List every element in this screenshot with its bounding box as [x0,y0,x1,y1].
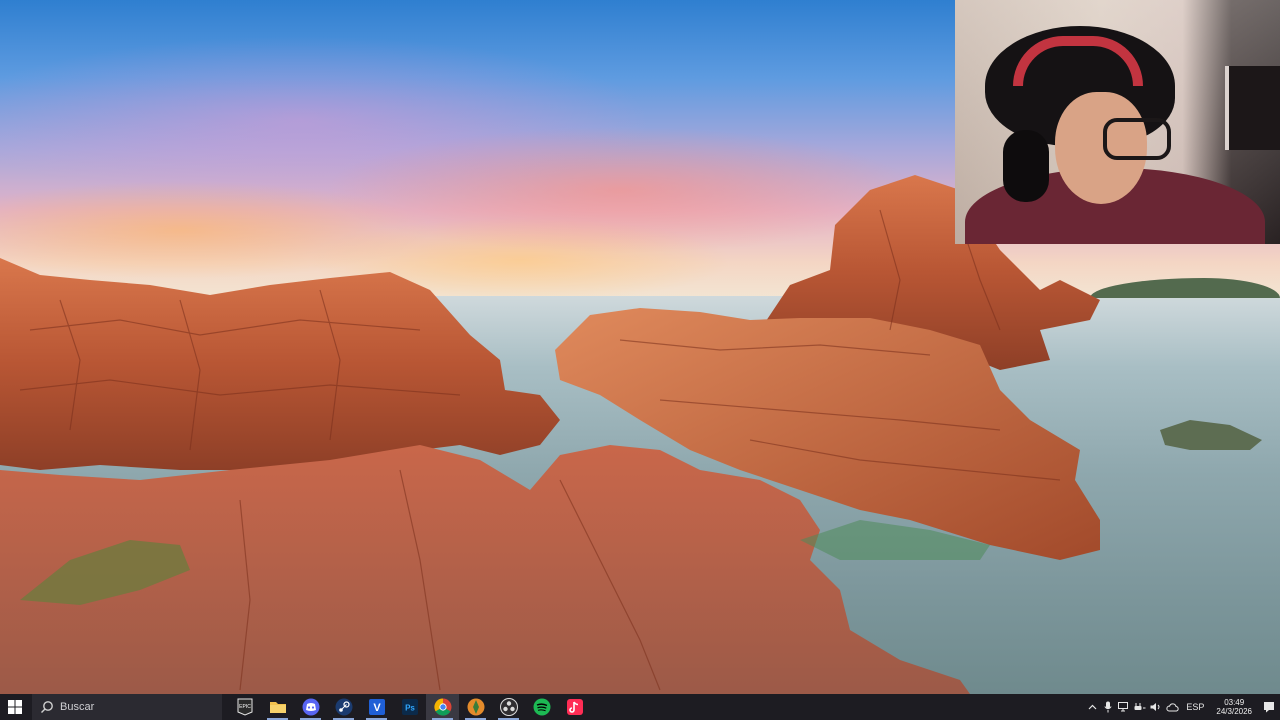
app-orange-icon [467,698,484,716]
speaker-icon [1150,703,1160,711]
microphone-icon [1104,701,1112,713]
taskbar-app-chrome[interactable] [426,694,459,720]
show-hidden-icons-button[interactable] [1084,694,1100,720]
svg-text:V: V [373,702,381,714]
taskbar-app-spotify[interactable] [525,694,558,720]
network-icon [1118,702,1129,712]
rock-left-main [0,258,560,470]
search-placeholder: Buscar [60,701,95,713]
taskbar-app-file-explorer[interactable] [261,694,294,720]
taskbar-app-obs[interactable] [492,694,525,720]
clock-time: 03:49 [1224,698,1245,707]
start-button[interactable] [0,694,30,720]
search-icon [41,701,53,713]
clock-date: 24/3/2026 [1216,707,1252,716]
discord-icon [302,698,319,716]
cloud-icon [1166,702,1179,711]
taskbar-app-epic-games[interactable]: EPIC [228,694,261,720]
taskbar-app-orange[interactable] [459,694,492,720]
input-language[interactable]: ESP [1186,702,1204,712]
rock-small-sea [1160,420,1262,450]
tiktok-icon [566,699,583,715]
power-plug-icon [1134,703,1146,710]
taskbar-app-discord[interactable] [294,694,327,720]
webcam-overlay [955,0,1280,244]
steam-icon [335,698,352,716]
folder-icon [269,702,286,713]
taskbar-app-tiktok[interactable] [558,694,591,720]
network-tray-button[interactable] [1116,694,1132,720]
cloud-tray-button[interactable] [1164,694,1180,720]
notifications-button[interactable] [1258,694,1280,720]
clock[interactable]: 03:49 24/3/2026 [1216,698,1252,716]
taskbar-app-photoshop[interactable]: Ps [393,694,426,720]
taskbar: Buscar EPIC V Ps ESP 03:49 24/3/2026 [0,694,1280,720]
spotify-icon [533,698,550,716]
search-box[interactable]: Buscar [32,694,222,720]
system-tray: ESP 03:49 24/3/2026 [1084,694,1280,720]
epic-games-icon: EPIC [237,698,252,716]
volume-tray-button[interactable] [1148,694,1164,720]
taskbar-apps: EPIC V Ps [228,694,591,720]
notification-icon [1264,702,1274,713]
photoshop-icon: Ps [401,699,418,715]
chevron-up-icon [1088,704,1097,710]
obs-icon [499,698,518,716]
webcam-background-doorway [1225,66,1280,150]
chrome-icon [433,698,451,716]
svg-text:EPIC: EPIC [239,704,251,710]
glasses [1103,118,1171,160]
windows-logo-icon [8,700,22,714]
battery-tray-button[interactable] [1132,694,1148,720]
vegas-icon: V [368,699,385,715]
headphones-earcup [1003,130,1049,202]
microphone-tray-button[interactable] [1100,694,1116,720]
svg-text:Ps: Ps [405,704,415,713]
taskbar-app-steam[interactable] [327,694,360,720]
taskbar-app-vegas[interactable]: V [360,694,393,720]
